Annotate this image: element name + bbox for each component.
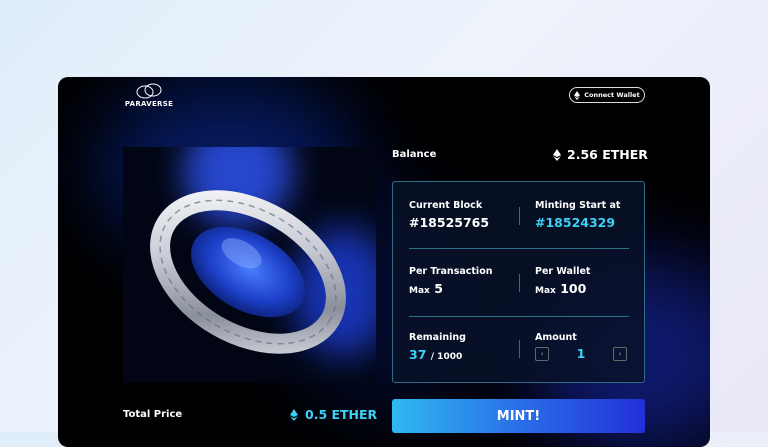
current-block-value: #18525765	[409, 215, 490, 230]
amount-value[interactable]: 1	[549, 346, 613, 361]
per-wallet-value: 100	[560, 281, 587, 296]
chevron-right-icon: ›	[618, 349, 622, 358]
divider	[519, 274, 520, 292]
per-transaction-prefix: Max	[409, 286, 430, 296]
ethereum-icon	[290, 408, 298, 421]
total-price-value: 0.5 ETHER	[290, 407, 377, 422]
per-transaction-value: 5	[434, 281, 443, 296]
connect-wallet-button[interactable]: Connect Wallet	[569, 87, 645, 103]
balance-amount: 2.56 ETHER	[567, 147, 648, 162]
nft-artwork	[123, 147, 376, 383]
brand-logo[interactable]: PARAVERSE	[124, 83, 174, 108]
balance-label: Balance	[392, 149, 437, 160]
mint-button[interactable]: MINT!	[392, 399, 645, 433]
decrement-button[interactable]: ‹	[535, 346, 549, 361]
per-wallet-label: Per Wallet	[535, 266, 591, 277]
mint-button-label: MINT!	[496, 408, 541, 424]
balance-value: 2.56 ETHER	[553, 147, 648, 162]
ethereum-icon	[553, 148, 561, 161]
amount-stepper[interactable]: ‹ 1 ›	[535, 346, 627, 361]
total-price-amount: 0.5 ETHER	[305, 407, 378, 422]
remaining-value: 37	[409, 347, 427, 362]
minting-start-label: Minting Start at	[535, 200, 621, 211]
remaining-total: / 1000	[430, 352, 463, 362]
divider	[409, 248, 629, 249]
ring-illustration	[150, 190, 346, 354]
chevron-left-icon: ‹	[540, 349, 544, 358]
connect-wallet-label: Connect Wallet	[584, 91, 640, 99]
total-price-label: Total Price	[123, 409, 183, 420]
minting-start-value: #18524329	[535, 215, 616, 230]
divider	[409, 316, 629, 317]
divider	[519, 340, 520, 358]
current-block: Current Block #18525765	[409, 200, 489, 230]
paraverse-logo-icon	[136, 83, 162, 99]
increment-button[interactable]: ›	[613, 346, 627, 361]
app-window: PARAVERSE Connect Wallet Balance 2.56 ET…	[58, 77, 710, 447]
mint-info-panel: Current Block #18525765 Minting Start at…	[392, 181, 645, 383]
per-wallet-prefix: Max	[535, 286, 556, 296]
per-transaction: Per Transaction Max 5	[409, 266, 492, 296]
divider	[519, 207, 520, 225]
per-transaction-label: Per Transaction	[409, 266, 493, 277]
remaining: Remaining 37 / 1000	[409, 332, 466, 362]
brand-name: PARAVERSE	[124, 100, 174, 108]
remaining-label: Remaining	[409, 332, 466, 343]
ethereum-icon	[574, 90, 581, 100]
per-wallet: Per Wallet Max 100	[535, 266, 590, 296]
current-block-label: Current Block	[409, 200, 483, 211]
minting-start: Minting Start at #18524329	[535, 200, 620, 230]
amount-label: Amount	[535, 332, 577, 343]
amount: Amount ‹ 1 ›	[535, 332, 627, 361]
